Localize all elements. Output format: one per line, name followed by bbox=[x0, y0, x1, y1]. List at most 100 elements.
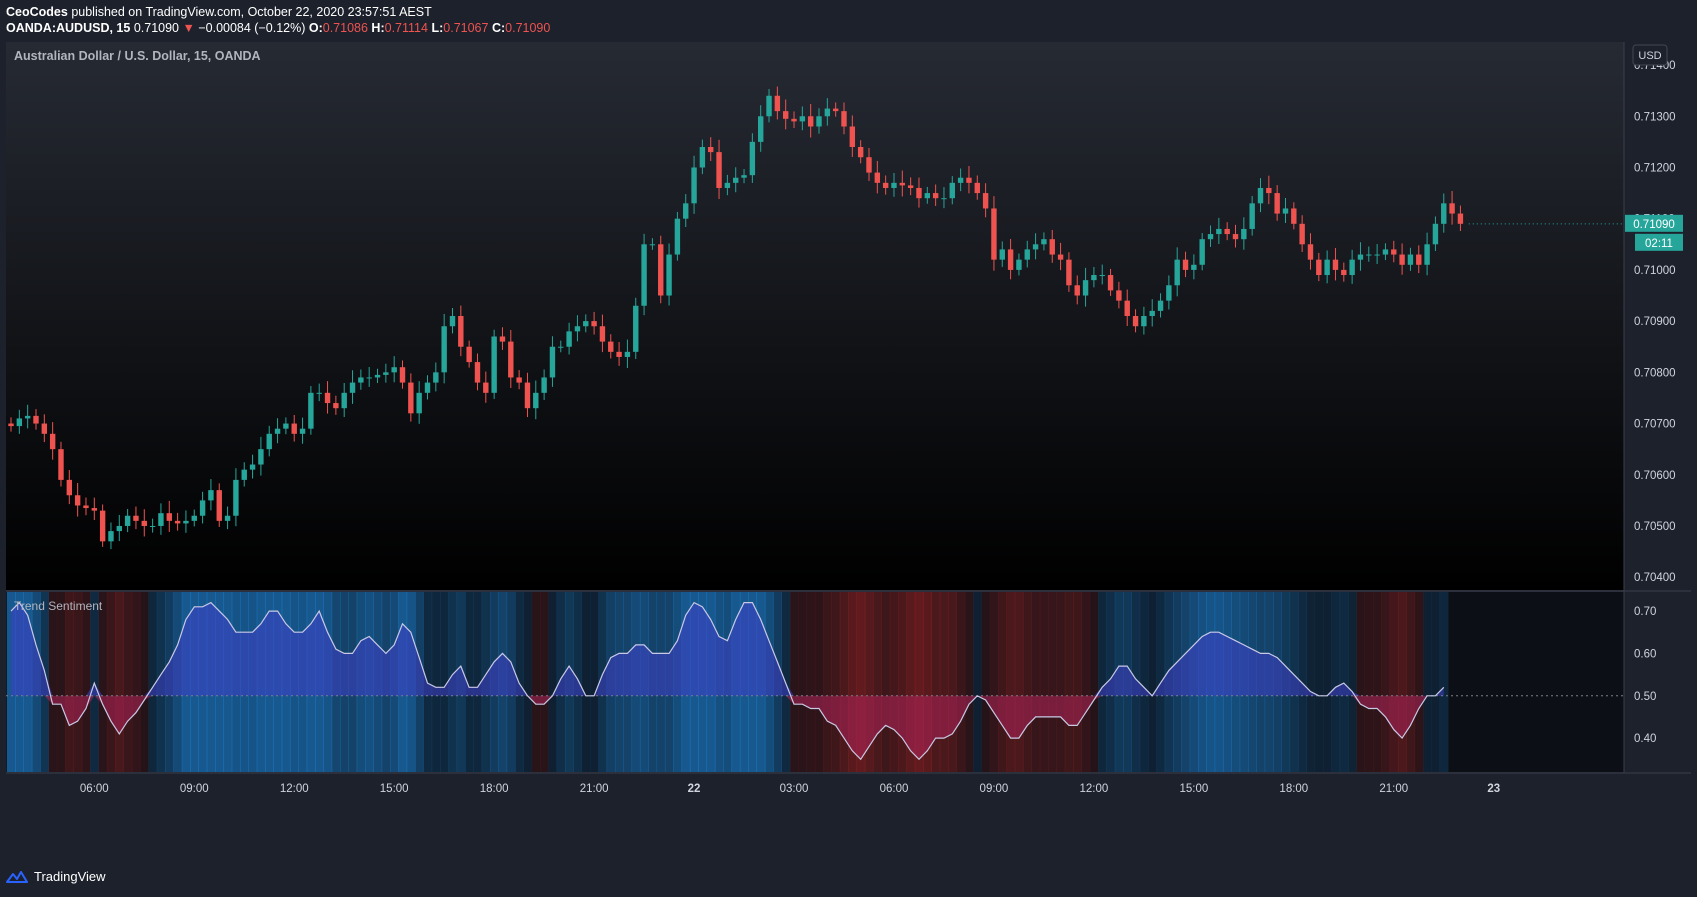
open-label: O: bbox=[308, 21, 323, 35]
candle-body bbox=[33, 415, 39, 424]
sentiment-band bbox=[581, 592, 591, 772]
time-tick-label: 22 bbox=[688, 783, 701, 795]
time-tick-label: 09:00 bbox=[980, 783, 1009, 795]
sentiment-band bbox=[140, 592, 149, 772]
candle-body bbox=[374, 374, 381, 378]
candle-body bbox=[916, 187, 922, 199]
candle-body bbox=[74, 495, 81, 506]
candle-body bbox=[791, 118, 797, 122]
sentiment-band bbox=[956, 592, 966, 772]
candle-body bbox=[1091, 275, 1097, 281]
sentiment-band bbox=[1306, 592, 1316, 772]
candle-body bbox=[1049, 239, 1055, 255]
sentiment-band bbox=[1331, 592, 1341, 772]
candle-body bbox=[1391, 249, 1397, 255]
time-tick-label: 03:00 bbox=[780, 783, 809, 795]
candle-body bbox=[266, 433, 272, 450]
candle-body bbox=[1424, 244, 1430, 265]
candle-body bbox=[1307, 244, 1314, 260]
candle-body bbox=[758, 116, 764, 142]
candle-body bbox=[832, 108, 839, 112]
sentiment-band bbox=[1031, 592, 1041, 772]
candle-body bbox=[1174, 259, 1180, 286]
candle-body bbox=[441, 326, 447, 373]
time-axis[interactable] bbox=[6, 773, 1691, 803]
candle-body bbox=[1216, 228, 1222, 235]
candle-body bbox=[666, 254, 672, 296]
candle-body bbox=[874, 172, 881, 183]
candle-body bbox=[941, 198, 947, 200]
candle-body bbox=[233, 479, 239, 516]
sentiment-band bbox=[873, 592, 882, 772]
candle-body bbox=[49, 433, 56, 450]
high-value: 0.71114 bbox=[384, 21, 428, 35]
candle-body bbox=[558, 346, 564, 348]
candle-body bbox=[999, 249, 1005, 260]
candle-body bbox=[982, 193, 989, 209]
sentiment-band bbox=[1056, 592, 1066, 772]
candle-body bbox=[799, 116, 806, 122]
price-tick-label: 0.70800 bbox=[1634, 367, 1676, 379]
candle-body bbox=[583, 321, 589, 327]
candle-body bbox=[249, 464, 256, 470]
chart-frame[interactable]: 0.714000.713000.712000.711000.710000.709… bbox=[6, 42, 1691, 860]
candle-body bbox=[1191, 264, 1197, 270]
candle-body bbox=[1232, 234, 1239, 240]
candle-body bbox=[1082, 280, 1089, 296]
price-tick-label: 0.70600 bbox=[1634, 470, 1676, 482]
candle-body bbox=[866, 157, 872, 173]
sentiment-band bbox=[1064, 592, 1074, 772]
candle-body bbox=[224, 515, 231, 521]
candle-body bbox=[1316, 259, 1322, 276]
sentiment-band bbox=[539, 592, 549, 772]
sentiment-band bbox=[881, 592, 891, 772]
sentiment-band bbox=[56, 592, 66, 772]
candle-body bbox=[574, 326, 581, 332]
candle-body bbox=[258, 449, 264, 465]
candle-body bbox=[1107, 275, 1114, 291]
candle-body bbox=[849, 126, 856, 147]
time-tick-label: 21:00 bbox=[1379, 783, 1408, 795]
price-tick-label: 0.71200 bbox=[1634, 162, 1676, 174]
candle-body bbox=[807, 116, 814, 127]
candle-body bbox=[1041, 239, 1047, 245]
candle-body bbox=[1249, 203, 1255, 229]
candle-body bbox=[1274, 193, 1280, 214]
sentiment-band bbox=[1014, 592, 1024, 772]
published-text: published on TradingView.com, October 22… bbox=[71, 5, 432, 19]
footer-brand[interactable]: TradingView bbox=[6, 869, 106, 884]
chart-svg[interactable]: 0.714000.713000.712000.711000.710000.709… bbox=[6, 42, 1691, 860]
candle-body bbox=[816, 116, 822, 127]
candle-body bbox=[891, 182, 897, 188]
candle-body bbox=[66, 479, 73, 496]
candle-body bbox=[1141, 316, 1147, 327]
publish-line: CeoCodes published on TradingView.com, O… bbox=[6, 4, 550, 20]
candle-body bbox=[1016, 259, 1022, 270]
candle-body bbox=[1241, 228, 1247, 240]
sentiment-band bbox=[898, 592, 907, 772]
candle-body bbox=[1332, 259, 1339, 270]
sentiment-band bbox=[1148, 592, 1157, 772]
price-pane-background bbox=[6, 42, 1624, 590]
time-tick-label: 18:00 bbox=[1279, 783, 1308, 795]
sentiment-band bbox=[115, 592, 124, 772]
candle-body bbox=[466, 346, 472, 363]
sentiment-band bbox=[65, 592, 74, 772]
candle-body bbox=[1449, 203, 1455, 214]
candle-body bbox=[1382, 249, 1389, 255]
candle-body bbox=[599, 326, 606, 342]
candle-body bbox=[1374, 254, 1380, 256]
candle-body bbox=[516, 377, 522, 383]
author-name[interactable]: CeoCodes bbox=[6, 5, 68, 19]
sentiment-band bbox=[1322, 592, 1332, 772]
sentiment-band bbox=[90, 592, 99, 772]
candle-body bbox=[483, 382, 489, 393]
close-label: C: bbox=[491, 21, 506, 35]
candle-body bbox=[58, 449, 64, 480]
candle-body bbox=[1149, 310, 1155, 316]
sentiment-band bbox=[123, 592, 133, 772]
candle-body bbox=[641, 244, 647, 306]
time-tick-label: 15:00 bbox=[380, 783, 409, 795]
candle-body bbox=[299, 428, 306, 434]
candle-body bbox=[1224, 228, 1230, 235]
